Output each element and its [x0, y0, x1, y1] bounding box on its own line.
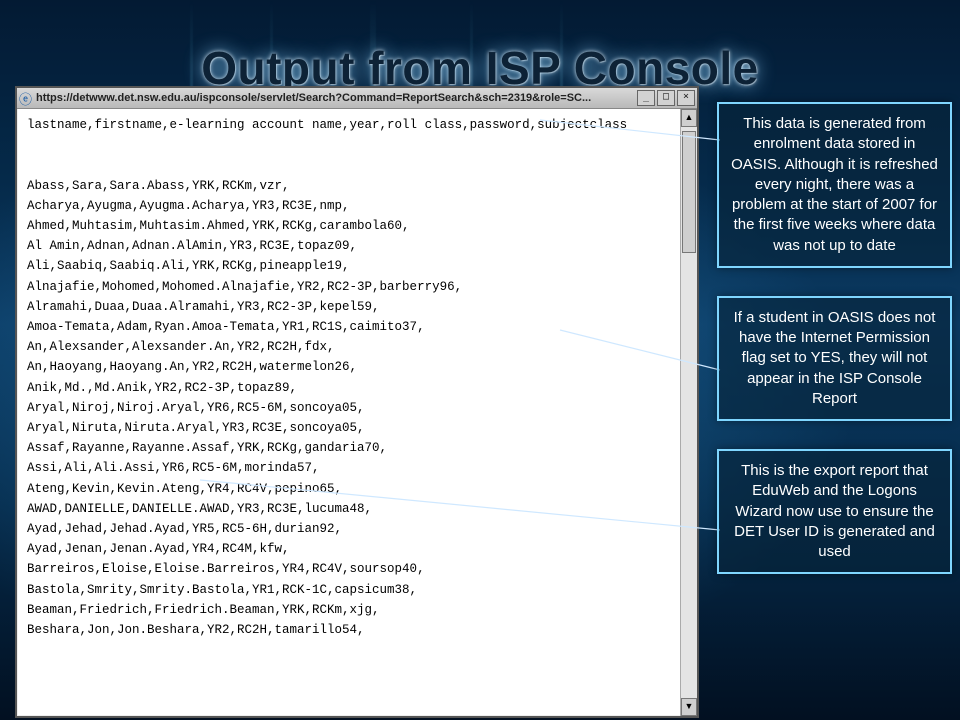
scroll-thumb[interactable] [682, 131, 696, 253]
minimize-button[interactable]: _ [637, 90, 655, 106]
note-export-report: This is the export report that EduWeb an… [717, 449, 952, 574]
note-oasis-refresh: This data is generated from enrolment da… [717, 102, 952, 268]
close-button[interactable]: × [677, 90, 695, 106]
window-buttons: _ □ × [637, 90, 695, 106]
ie-icon: ⓔ [19, 89, 32, 108]
note-internet-permission: If a student in OASIS does not have the … [717, 296, 952, 421]
browser-window: ⓔ https://detwww.det.nsw.edu.au/ispconso… [15, 86, 699, 718]
address-text: https://detwww.det.nsw.edu.au/ispconsole… [36, 92, 633, 104]
content-wrap: lastname,firstname,e-learning account na… [17, 109, 697, 716]
scroll-up-button[interactable]: ▲ [681, 109, 697, 127]
callouts: This data is generated from enrolment da… [717, 102, 952, 574]
scrollbar[interactable]: ▲ ▼ [680, 109, 697, 716]
report-text: lastname,firstname,e-learning account na… [17, 109, 680, 716]
scroll-down-button[interactable]: ▼ [681, 698, 697, 716]
scroll-track[interactable] [681, 127, 697, 698]
maximize-button[interactable]: □ [657, 90, 675, 106]
browser-titlebar: ⓔ https://detwww.det.nsw.edu.au/ispconso… [17, 88, 697, 109]
